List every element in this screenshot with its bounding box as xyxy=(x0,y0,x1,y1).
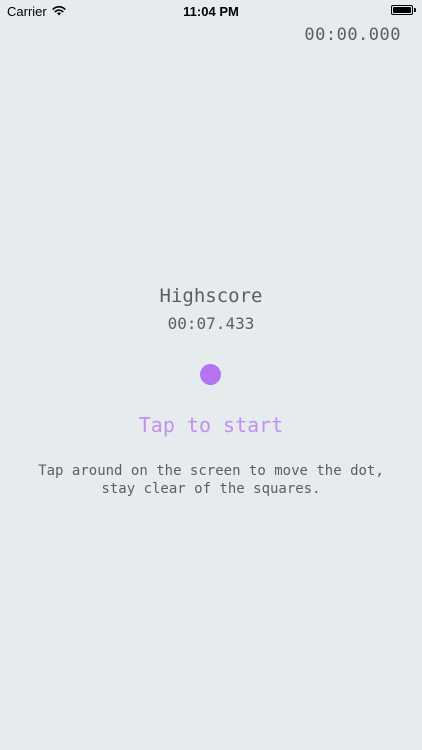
status-right xyxy=(391,5,416,15)
player-dot[interactable] xyxy=(200,364,221,385)
game-timer: 00:00.000 xyxy=(304,25,401,45)
tap-to-start-button[interactable]: Tap to start xyxy=(0,413,422,437)
instructions-line-1: Tap around on the screen to move the dot… xyxy=(38,463,384,479)
battery-icon xyxy=(391,5,413,15)
status-bar: Carrier 11:04 PM xyxy=(0,0,422,22)
highscore-label: Highscore xyxy=(159,285,263,307)
status-time: 11:04 PM xyxy=(183,4,239,19)
highscore-value: 00:07.433 xyxy=(167,314,255,333)
instructions-line-2: stay clear of the squares. xyxy=(101,481,321,497)
battery-fill xyxy=(393,7,411,13)
battery-cap xyxy=(414,8,416,12)
instructions-text: Tap around on the screen to move the dot… xyxy=(0,462,422,498)
